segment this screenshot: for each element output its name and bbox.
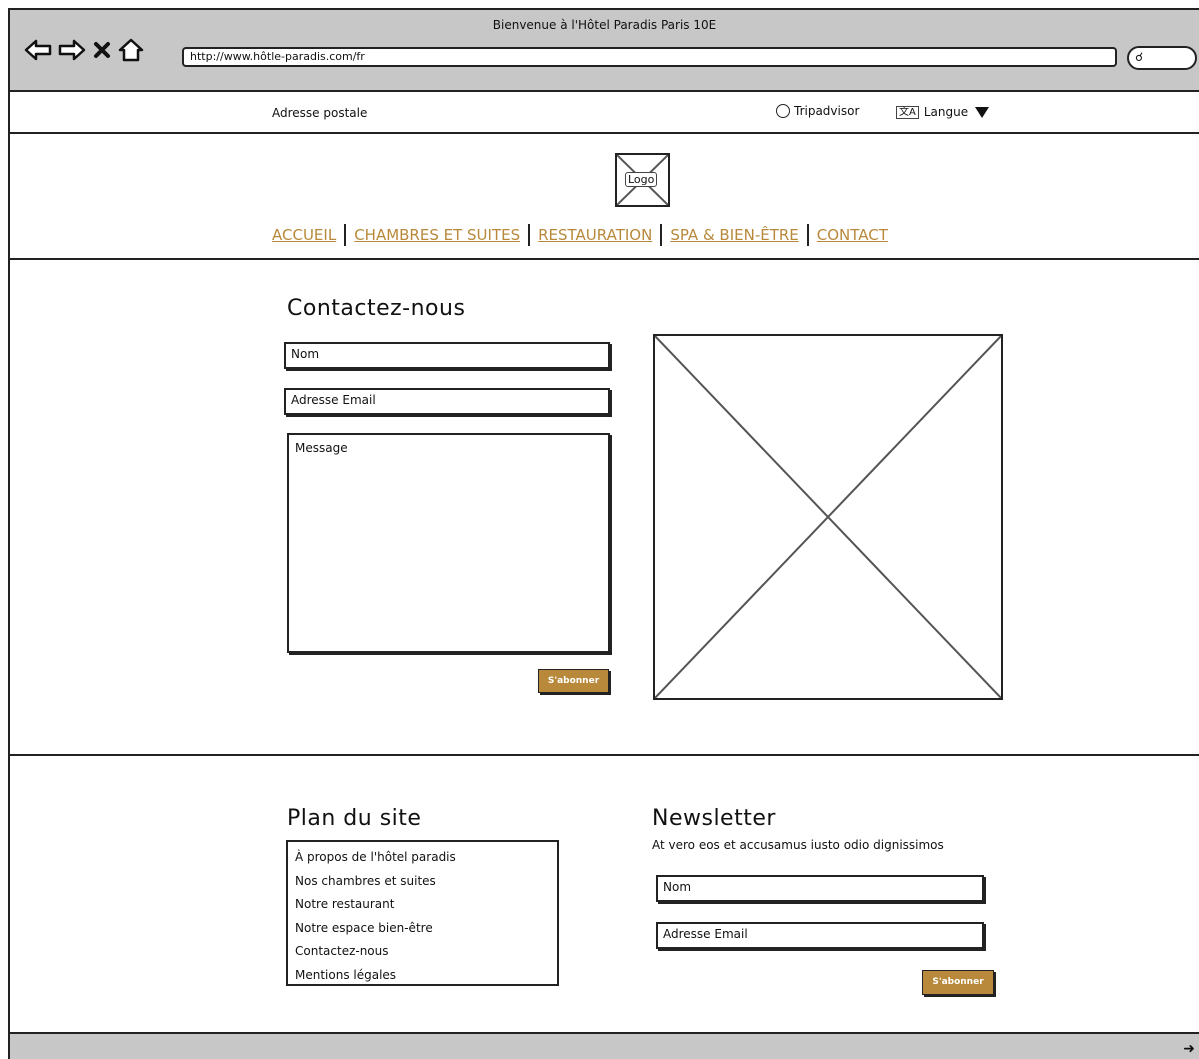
menu-item-contact[interactable]: CONTACT [817, 226, 888, 244]
postal-address: Adresse postale [272, 106, 368, 120]
contact-submit-button[interactable]: S'abonner [538, 669, 609, 693]
logo[interactable]: Logo [615, 153, 670, 207]
image-placeholder [653, 334, 1003, 700]
top-info-bar: Adresse postale Tripadvisor 文A Langue [10, 92, 1199, 134]
caret-down-icon [975, 106, 990, 118]
close-icon[interactable] [92, 40, 112, 64]
contact-section: Contactez-nous Nom Adresse Email Message… [10, 260, 1199, 756]
status-bar: ➜ [10, 1032, 1199, 1059]
back-icon[interactable] [24, 39, 52, 65]
menu-item-chambres[interactable]: CHAMBRES ET SUITES [354, 226, 520, 244]
url-bar[interactable]: http://www.hôtle-paradis.com/fr [182, 47, 1117, 67]
logo-label: Logo [625, 172, 658, 187]
sitemap-link-restaurant[interactable]: Notre restaurant [295, 893, 550, 917]
sitemap-link-about[interactable]: À propos de l'hôtel paradis [295, 846, 550, 870]
sitemap-link-legal[interactable]: Mentions légales [295, 964, 550, 988]
newsletter-description: At vero eos et accusamus iusto odio dign… [652, 838, 944, 852]
sitemap-list: À propos de l'hôtel paradis Nos chambres… [286, 840, 559, 986]
menu-separator [344, 224, 347, 246]
browser-window: Bienvenue à l'Hôtel Paradis Paris 10E ht… [8, 8, 1199, 1059]
browser-nav [24, 38, 144, 66]
tripadvisor-link[interactable]: Tripadvisor [776, 104, 859, 118]
sitemap-link-contact[interactable]: Contactez-nous [295, 940, 550, 964]
site-footer: Plan du site À propos de l'hôtel paradis… [10, 756, 1199, 1032]
site-header: Logo ACCUEIL CHAMBRES ET SUITES RESTAURA… [10, 134, 1199, 260]
sitemap-title: Plan du site [287, 806, 422, 831]
sitemap-link-spa[interactable]: Notre espace bien-être [295, 917, 550, 941]
menu-separator [806, 224, 809, 246]
sitemap-link-rooms[interactable]: Nos chambres et suites [295, 870, 550, 894]
search-icon: ☌ [1135, 50, 1144, 64]
menu-item-accueil[interactable]: ACCUEIL [272, 226, 336, 244]
language-label: Langue [923, 105, 969, 119]
resize-handle-icon[interactable]: ➜ [1183, 1041, 1195, 1057]
window-title: Bienvenue à l'Hôtel Paradis Paris 10E [492, 18, 717, 32]
menu-item-spa[interactable]: SPA & BIEN-ÊTRE [670, 226, 798, 244]
browser-search-field[interactable]: ☌ [1127, 46, 1197, 70]
menu-separator [660, 224, 663, 246]
language-dropdown[interactable]: 文A Langue [896, 105, 990, 119]
home-icon[interactable] [118, 38, 144, 66]
newsletter-submit-button[interactable]: S'abonner [922, 970, 994, 995]
circle-icon [776, 104, 790, 118]
main-menu: ACCUEIL CHAMBRES ET SUITES RESTAURATION … [272, 224, 888, 246]
forward-icon[interactable] [58, 39, 86, 65]
name-field[interactable]: Nom [284, 342, 610, 369]
browser-chrome: Bienvenue à l'Hôtel Paradis Paris 10E ht… [10, 10, 1199, 92]
message-field[interactable]: Message [287, 433, 610, 653]
menu-item-restauration[interactable]: RESTAURATION [538, 226, 652, 244]
contact-title: Contactez-nous [287, 296, 466, 321]
newsletter-name-field[interactable]: Nom [656, 875, 984, 902]
newsletter-email-field[interactable]: Adresse Email [656, 922, 984, 949]
email-field[interactable]: Adresse Email [284, 388, 610, 415]
menu-separator [528, 224, 531, 246]
tripadvisor-label: Tripadvisor [794, 104, 860, 118]
translate-icon: 文A [896, 105, 919, 119]
newsletter-title: Newsletter [652, 806, 776, 831]
image-placeholder-icon [654, 335, 1002, 699]
